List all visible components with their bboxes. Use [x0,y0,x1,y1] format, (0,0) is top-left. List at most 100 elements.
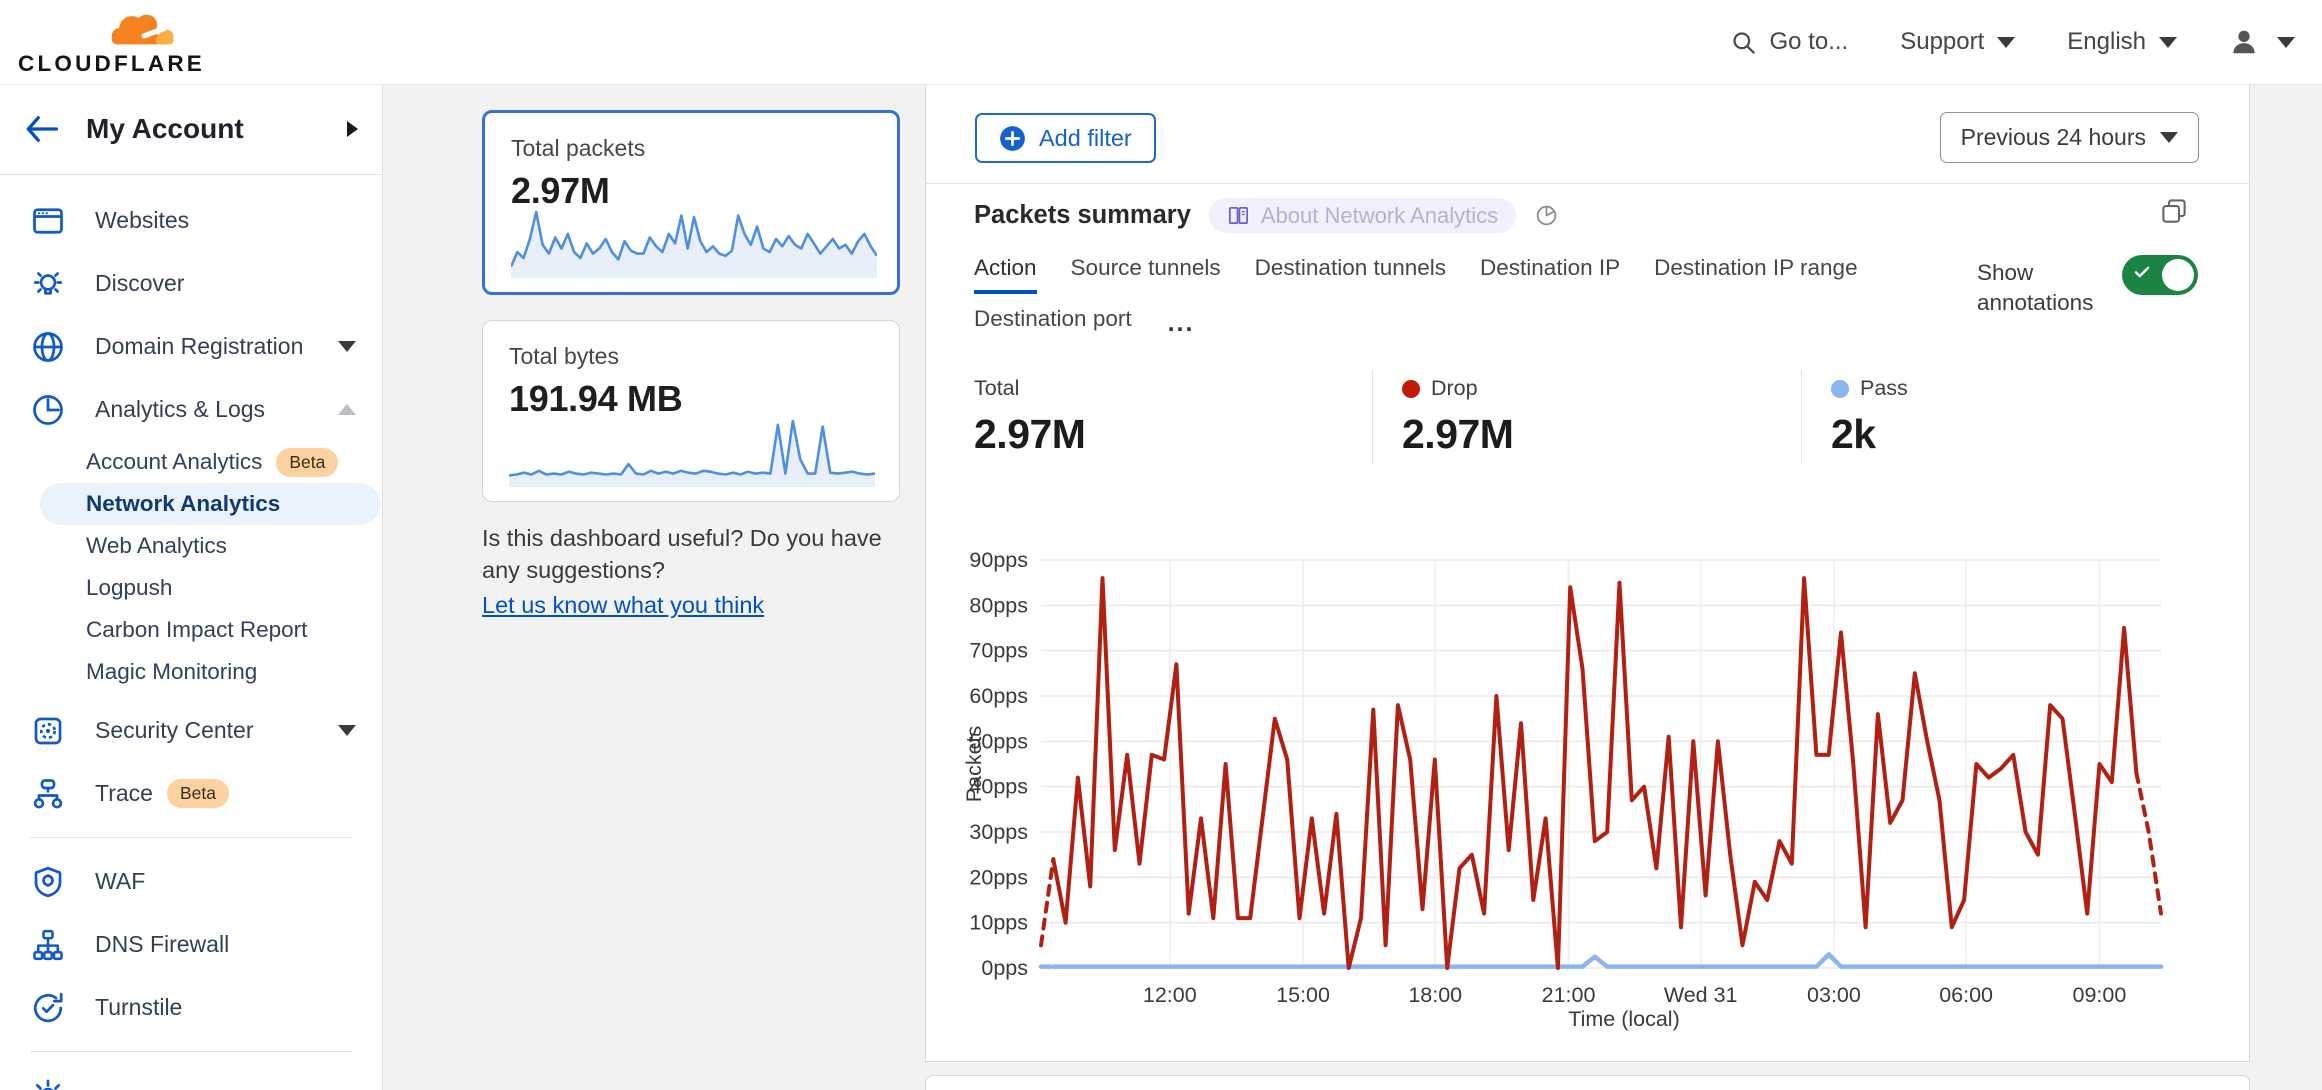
chevron-right-icon[interactable] [347,121,358,137]
sidebar-item-label: Network Analytics [86,491,280,517]
sidebar-item-label: DNS Firewall [95,931,229,958]
svg-text:Packets: Packets [962,726,986,802]
book-icon [1227,204,1250,227]
more-tabs-button[interactable]: ... [1168,309,1195,338]
tab-destination-ip-range[interactable]: Destination IP range [1654,255,1857,294]
sidebar: My Account Websites [0,84,383,1090]
stat-value: 2k [1831,411,2201,458]
packets-summary-panel: Packets summary About Network Analytics … [926,184,2249,1061]
sidebar-item-trace[interactable]: Trace Beta [0,762,382,825]
sidebar-item-label: Logpush [86,575,172,601]
language-label: English [2067,28,2146,56]
sidebar-item-websites[interactable]: Websites [0,189,382,252]
svg-text:Time (local): Time (local) [1568,1007,1680,1031]
total-bytes-card[interactable]: Total bytes 191.94 MB [482,320,900,502]
chevron-down-icon [2159,37,2177,48]
svg-text:21:00: 21:00 [1542,983,1596,1007]
packets-summary-chart: 0pps10pps20pps30pps40pps50pps60pps70pps8… [951,540,2181,1040]
svg-text:12:00: 12:00 [1143,983,1197,1007]
svg-text:20pps: 20pps [969,865,1028,889]
sidebar-item-magic-monitoring[interactable]: Magic Monitoring [40,651,380,693]
tab-source-tunnels[interactable]: Source tunnels [1071,255,1221,294]
tab-destination-ip[interactable]: Destination IP [1480,255,1620,294]
goto-search[interactable]: Go to... [1730,28,1849,56]
sidebar-item-partial-bottom[interactable] [0,1064,382,1090]
sidebar-item-label: Discover [95,270,184,297]
tab-action[interactable]: Action [974,255,1037,294]
shield-gear-icon [30,864,66,900]
show-annotations-label: Show annotations [1977,258,2102,318]
svg-text:Wed 31: Wed 31 [1664,983,1738,1007]
support-menu[interactable]: Support [1900,28,2015,56]
user-icon [2229,27,2259,57]
feedback-link[interactable]: Let us know what you think [482,589,764,621]
sidebar-item-label: Domain Registration [95,333,303,360]
add-filter-label: Add filter [1039,125,1132,152]
search-icon [1730,29,1757,56]
pass-series-dot [1831,380,1849,398]
trace-icon [30,776,66,812]
total-packets-card[interactable]: Total packets 2.97M [482,110,900,295]
sidebar-item-analytics-logs[interactable]: Analytics & Logs [0,378,382,441]
sidebar-item-network-analytics[interactable]: Network Analytics [40,483,380,525]
back-arrow-icon[interactable] [24,115,58,143]
sidebar-item-dns-firewall[interactable]: DNS Firewall [0,913,382,976]
sidebar-item-discover[interactable]: Discover [0,252,382,315]
analytics-submenu: Account Analytics Beta Network Analytics… [0,441,382,693]
sidebar-item-label: Trace [95,780,153,807]
plus-circle-icon [999,125,1026,152]
sidebar-item-label: Account Analytics [86,449,262,475]
sun-burst-icon [30,1078,66,1090]
top-bar: CLOUDFLARE Go to... Support English [0,0,2322,85]
pie-chart-icon[interactable] [1534,203,1559,228]
language-menu[interactable]: English [2067,28,2177,56]
duplicate-icon[interactable] [2159,196,2189,226]
sidebar-item-web-analytics[interactable]: Web Analytics [40,525,380,567]
chevron-down-icon [338,341,356,352]
tab-destination-tunnels[interactable]: Destination tunnels [1255,255,1446,294]
add-filter-button[interactable]: Add filter [975,113,1156,163]
sidebar-item-domain-registration[interactable]: Domain Registration [0,315,382,378]
sidebar-item-logpush[interactable]: Logpush [40,567,380,609]
stat-label: Drop [1431,376,1478,401]
toggle-knob [2162,259,2194,291]
sidebar-divider [30,1051,352,1052]
safe-icon [30,713,66,749]
beta-badge: Beta [167,779,229,808]
lightbulb-icon [30,266,66,302]
sidebar-item-turnstile[interactable]: Turnstile [0,976,382,1039]
sidebar-item-label: Turnstile [95,994,182,1021]
sidebar-item-label: Carbon Impact Report [86,617,307,643]
time-range-dropdown[interactable]: Previous 24 hours [1940,112,2199,163]
sidebar-item-label: Web Analytics [86,533,227,559]
browser-icon [30,203,66,239]
sidebar-item-security-center[interactable]: Security Center [0,699,382,762]
svg-text:60pps: 60pps [969,684,1028,708]
check-icon [2133,263,2151,281]
account-header: My Account [0,84,382,175]
sidebar-item-account-analytics[interactable]: Account Analytics Beta [40,441,380,483]
about-network-analytics-badge[interactable]: About Network Analytics [1209,198,1516,233]
sidebar-item-label: Analytics & Logs [95,396,265,423]
svg-text:18:00: 18:00 [1408,983,1462,1007]
bytes-sparkline [509,415,875,487]
svg-text:30pps: 30pps [969,820,1028,844]
sidebar-divider [30,837,352,838]
tab-destination-port[interactable]: Destination port [974,306,1132,341]
user-menu[interactable] [2229,27,2295,57]
globe-icon [30,329,66,365]
filter-row: Add filter Previous 24 hours [926,84,2249,184]
chevron-down-icon [1997,37,2015,48]
cloudflare-logo[interactable]: CLOUDFLARE [18,8,193,76]
sidebar-item-carbon-impact-report[interactable]: Carbon Impact Report [40,609,380,651]
svg-text:70pps: 70pps [969,639,1028,663]
show-annotations-toggle[interactable] [2122,255,2198,295]
stats-row: Total 2.97M Drop 2.97M Pass 2k [926,370,2249,465]
sidebar-item-waf[interactable]: WAF [0,850,382,913]
support-label: Support [1900,28,1984,56]
dimension-tabs-row2: Destination port ... [974,306,1194,341]
svg-text:0pps: 0pps [981,956,1028,980]
svg-text:90pps: 90pps [969,548,1028,572]
svg-text:80pps: 80pps [969,593,1028,617]
main-panel: Add filter Previous 24 hours Packets sum… [925,84,2250,1062]
